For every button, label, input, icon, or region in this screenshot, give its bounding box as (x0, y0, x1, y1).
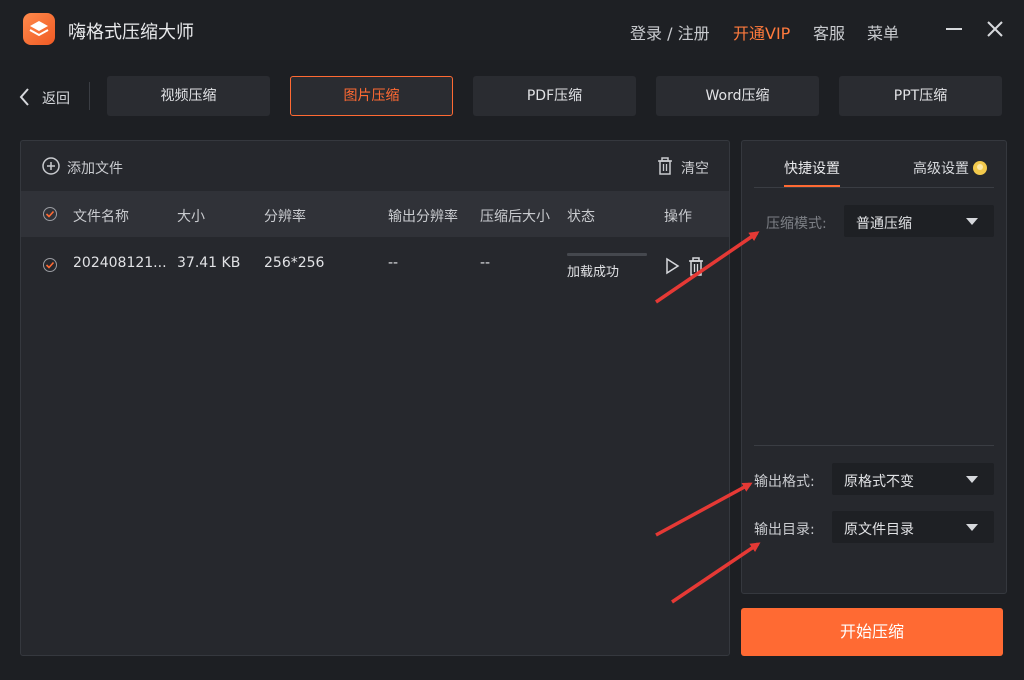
compress-mode-select[interactable]: 普通压缩 (844, 205, 994, 237)
clear-label: 清空 (681, 161, 709, 177)
tab-ppt-compress[interactable]: PPT压缩 (839, 76, 1002, 116)
output-format-label: 输出格式: (754, 474, 815, 490)
file-name: 202408121... (73, 255, 167, 271)
tab-advanced-settings[interactable]: 高级设置 (913, 158, 987, 178)
app-logo-icon (23, 13, 55, 45)
active-tab-indicator (784, 185, 840, 187)
trash-icon (658, 157, 672, 175)
output-format-select[interactable]: 原格式不变 (832, 463, 994, 495)
start-compress-button[interactable]: 开始压缩 (741, 608, 1003, 656)
add-file-label: 添加文件 (67, 161, 123, 177)
file-size: 37.41 KB (177, 255, 241, 271)
tab-word-compress[interactable]: Word压缩 (656, 76, 819, 116)
table-header: 文件名称 大小 分辨率 输出分辨率 压缩后大小 状态 操作 (21, 191, 729, 237)
output-format-value: 原格式不变 (844, 474, 914, 490)
chevron-down-icon (966, 524, 978, 531)
settings-tabs-divider (754, 187, 994, 188)
advanced-settings-label: 高级设置 (913, 161, 969, 177)
settings-divider (754, 445, 994, 446)
settings-panel: 快捷设置 高级设置 压缩模式: 普通压缩 输出格式: 原格式不变 输出目录: 原… (741, 140, 1007, 594)
minimize-icon[interactable] (943, 18, 965, 40)
close-icon[interactable] (984, 18, 1006, 40)
status-text: 加载成功 (567, 265, 620, 280)
column-header-resolution: 分辨率 (264, 209, 306, 225)
chevron-down-icon (966, 476, 978, 483)
delete-icon[interactable] (686, 257, 706, 281)
column-header-compressed-size: 压缩后大小 (480, 209, 550, 225)
app-title: 嗨格式压缩大师 (68, 22, 194, 43)
column-header-actions: 操作 (664, 209, 692, 225)
tab-video-compress[interactable]: 视频压缩 (107, 76, 270, 116)
nav-divider (89, 82, 90, 110)
vip-link[interactable]: 开通VIP (733, 20, 790, 44)
clear-button[interactable]: 清空 (655, 156, 715, 177)
select-all-checkbox[interactable] (43, 207, 57, 221)
column-header-name: 文件名称 (73, 209, 129, 225)
column-header-output-resolution: 输出分辨率 (388, 209, 458, 225)
output-dir-label: 输出目录: (754, 522, 815, 538)
file-list-panel: 添加文件 清空 文件名称 大小 分辨率 输出分辨率 压缩后大小 状态 操作 20… (20, 140, 730, 656)
back-label: 返回 (42, 91, 70, 107)
chevron-down-icon (966, 218, 978, 225)
load-progress-bar (567, 253, 647, 256)
column-header-status: 状态 (567, 209, 595, 225)
compressed-size: -- (480, 255, 491, 271)
row-checkbox[interactable] (43, 258, 57, 272)
tab-quick-settings[interactable]: 快捷设置 (784, 158, 840, 178)
file-resolution: 256*256 (264, 255, 325, 271)
output-dir-select[interactable]: 原文件目录 (832, 511, 994, 543)
menu-link[interactable]: 菜单 (867, 20, 899, 44)
column-header-size: 大小 (177, 209, 205, 225)
title-bar: 嗨格式压缩大师 登录 / 注册 开通VIP 客服 菜单 (0, 0, 1024, 60)
tab-pdf-compress[interactable]: PDF压缩 (473, 76, 636, 116)
output-dir-value: 原文件目录 (844, 522, 914, 538)
output-resolution: -- (388, 255, 399, 271)
support-link[interactable]: 客服 (813, 20, 845, 44)
compress-mode-value: 普通压缩 (856, 216, 912, 232)
compress-mode-label: 压缩模式: (766, 216, 827, 232)
play-icon[interactable] (664, 257, 680, 279)
chevron-left-icon (19, 88, 29, 106)
login-register-link[interactable]: 登录 / 注册 (630, 20, 710, 44)
tab-image-compress[interactable]: 图片压缩 (290, 76, 453, 116)
plus-circle-icon (42, 157, 60, 175)
table-row: 202408121... 37.41 KB 256*256 -- -- 加载成功 (21, 239, 729, 287)
back-button[interactable]: 返回 (18, 86, 78, 108)
help-icon[interactable] (973, 161, 987, 175)
